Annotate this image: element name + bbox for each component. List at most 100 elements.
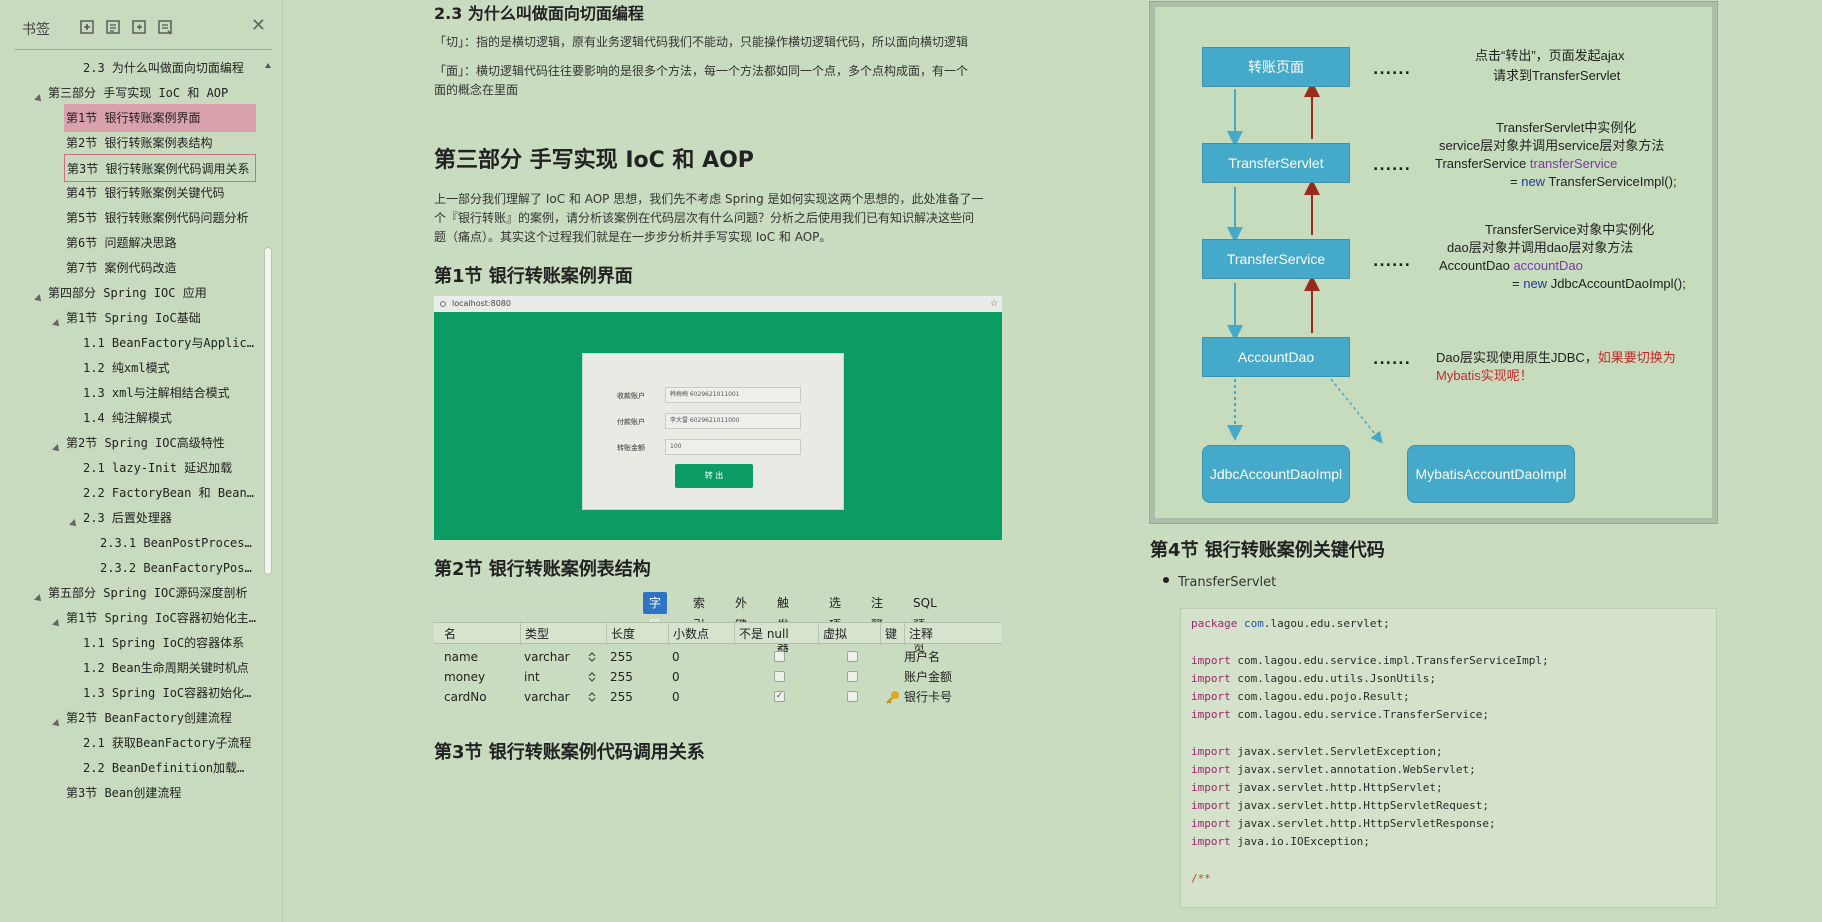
tab-1[interactable]: 索引 (687, 592, 711, 632)
scroll-up-arrow-icon[interactable] (265, 63, 271, 68)
bookmark-item[interactable]: 2.3.2 BeanFactoryPostProcessor (98, 554, 256, 582)
note-dao-question: 如果要切换为 (1597, 350, 1676, 365)
bookmark-item[interactable]: 1.4 纯注解模式 (81, 404, 256, 432)
cell-comment[interactable]: 银行卡号 (904, 687, 952, 707)
receive-account-label: 收款账户 (617, 392, 645, 400)
cell-decimals[interactable]: 0 (672, 687, 680, 707)
bookmark-item[interactable]: 第2节 银行转账案例表结构 (64, 129, 256, 157)
not-null-checkbox[interactable] (774, 651, 785, 662)
virtual-checkbox[interactable] (847, 671, 858, 682)
close-icon[interactable]: ✕ (251, 17, 266, 35)
bookmark-properties-icon[interactable] (156, 18, 174, 36)
table-row[interactable]: name varchar 255 0 用户名 (434, 647, 1002, 667)
bookmark-item[interactable]: 第2节 BeanFactory创建流程 (64, 704, 256, 732)
tab-4[interactable]: 选项 (823, 592, 847, 632)
scrollbar-thumb[interactable] (264, 247, 272, 575)
bookmark-item[interactable]: 1.1 BeanFactory与ApplicationContext区别 (81, 329, 256, 357)
bookmark-item[interactable]: 1.3 Spring IoC容器初始化主流程 (81, 679, 256, 707)
bookmark-item[interactable]: 2.1 lazy-Init 延迟加载 (81, 454, 256, 482)
bookmark-item[interactable]: 2.2 FactoryBean 和 BeanFactory (81, 479, 256, 507)
bookmark-item[interactable]: 第5节 银行转账案例代码问题分析 (64, 204, 256, 232)
column-header[interactable]: 不是 null (734, 623, 789, 645)
call-relationship-diagram: 转账页面 TransferServlet TransferService Acc… (1149, 1, 1718, 524)
bookmark-item[interactable]: 2.1 获取BeanFactory子流程 (81, 729, 256, 757)
virtual-checkbox[interactable] (847, 651, 858, 662)
sidebar-header: 书签 ✕ (14, 10, 272, 50)
column-header[interactable]: 名 (440, 623, 456, 645)
tab-0[interactable]: 字段 (643, 592, 668, 632)
cell-length[interactable]: 255 (610, 687, 633, 707)
bookmark-item[interactable]: 1.2 纯xml模式 (81, 354, 256, 382)
dots-servlet: ...... (1373, 158, 1411, 174)
column-header[interactable]: 键 (880, 623, 897, 645)
cell-name[interactable]: cardNo (444, 687, 487, 707)
type-dropdown-icon[interactable] (588, 651, 596, 663)
tab-2[interactable]: 外键 (729, 592, 753, 632)
column-header[interactable]: 虚拟 (818, 623, 847, 645)
bookmark-item[interactable]: 1.3 xml与注解相结合模式 (81, 379, 256, 407)
cell-comment[interactable]: 账户金额 (904, 667, 952, 687)
bookmark-item[interactable]: 第三部分 手写实现 IoC 和 AOP (46, 79, 256, 107)
column-header[interactable]: 类型 (520, 623, 549, 645)
bookmark-item[interactable]: 第3节 Bean创建流程 (64, 779, 256, 807)
expand-all-icon[interactable] (104, 18, 122, 36)
collapse-caret-icon[interactable] (69, 519, 79, 529)
column-header[interactable]: 长度 (606, 623, 635, 645)
bookmark-item[interactable]: 第6节 问题解决思路 (64, 229, 256, 257)
bookmark-item[interactable]: 第3节 银行转账案例代码调用关系 (64, 154, 256, 182)
cell-name[interactable]: money (444, 667, 485, 687)
tab-3[interactable]: 触发器 (771, 592, 795, 654)
bookmark-item[interactable]: 2.3 后置处理器 (81, 504, 256, 532)
cell-length[interactable]: 255 (610, 667, 633, 687)
bookmark-item[interactable]: 第五部分 Spring IOC源码深度剖析 (46, 579, 256, 607)
table-row[interactable]: money int 255 0 账户金额 (434, 667, 1002, 687)
bookmark-item[interactable]: 第4节 银行转账案例关键代码 (64, 179, 256, 207)
cell-name[interactable]: name (444, 647, 478, 667)
tab-6[interactable]: SQL 预览 (907, 592, 943, 654)
column-header[interactable]: 注释 (904, 623, 933, 645)
heading-section-4: 第4节 银行转账案例关键代码 (1150, 540, 1385, 561)
collapse-caret-icon[interactable] (52, 719, 62, 729)
collapse-caret-icon[interactable] (52, 444, 62, 454)
collapse-caret-icon[interactable] (34, 594, 44, 604)
add-child-bookmark-icon[interactable] (130, 18, 148, 36)
cell-length[interactable]: 255 (610, 647, 633, 667)
add-bookmark-icon[interactable] (78, 18, 96, 36)
sidebar-scrollbar[interactable] (262, 59, 274, 922)
note-service-eq: = (1512, 276, 1524, 291)
bookmark-item[interactable]: 第7节 案例代码改造 (64, 254, 256, 282)
tab-5[interactable]: 注释 (865, 592, 889, 632)
virtual-checkbox[interactable] (847, 691, 858, 702)
bookmark-item[interactable]: 第1节 银行转账案例界面 (64, 104, 256, 132)
bookmark-item[interactable]: 2.2 BeanDefinition加载解析及注册子流程 (81, 754, 256, 782)
cell-decimals[interactable]: 0 (672, 667, 680, 687)
bookmark-item[interactable]: 1.2 Bean生命周期关键时机点 (81, 654, 256, 682)
bookmark-item[interactable]: 2.3.1 BeanPostProcessor (98, 529, 256, 557)
cell-type[interactable]: varchar (524, 687, 570, 707)
code-line-comment: /** (1191, 872, 1211, 885)
transfer-form-card: 收款账户 韩梅梅 6029621011001 付款账户 李大雷 60296210… (582, 353, 844, 510)
browser-url: localhost:8080 (452, 299, 511, 308)
cell-type[interactable]: varchar (524, 647, 570, 667)
column-header[interactable]: 小数点 (668, 623, 709, 645)
bookmark-item[interactable]: 第1节 Spring IoC基础 (64, 304, 256, 332)
not-null-checkbox[interactable]: ✓ (774, 691, 785, 702)
cell-type[interactable]: int (524, 667, 540, 687)
collapse-caret-icon[interactable] (34, 94, 44, 104)
bookmark-item[interactable]: 第2节 Spring IOC高级特性 (64, 429, 256, 457)
type-dropdown-icon[interactable] (588, 691, 596, 703)
cell-decimals[interactable]: 0 (672, 647, 680, 667)
collapse-caret-icon[interactable] (34, 294, 44, 304)
type-dropdown-icon[interactable] (588, 671, 596, 683)
bullet-dot (1163, 577, 1169, 583)
bookmark-item[interactable]: 第四部分 Spring IOC 应用 (46, 279, 256, 307)
collapse-caret-icon[interactable] (52, 319, 62, 329)
sidebar-title: 书签 (22, 22, 50, 38)
collapse-caret-icon[interactable] (52, 619, 62, 629)
cell-comment[interactable]: 用户名 (904, 647, 940, 667)
table-row[interactable]: cardNo varchar 255 0 银行卡号 ✓ (434, 687, 1002, 707)
code-line-import: import com.lagou.edu.service.impl.Transf… (1191, 654, 1549, 667)
bookmark-item[interactable]: 第1节 Spring IoC容器初始化主体流程 (64, 604, 256, 632)
not-null-checkbox[interactable] (774, 671, 785, 682)
bookmark-item[interactable]: 1.1 Spring IoC的容器体系 (81, 629, 256, 657)
